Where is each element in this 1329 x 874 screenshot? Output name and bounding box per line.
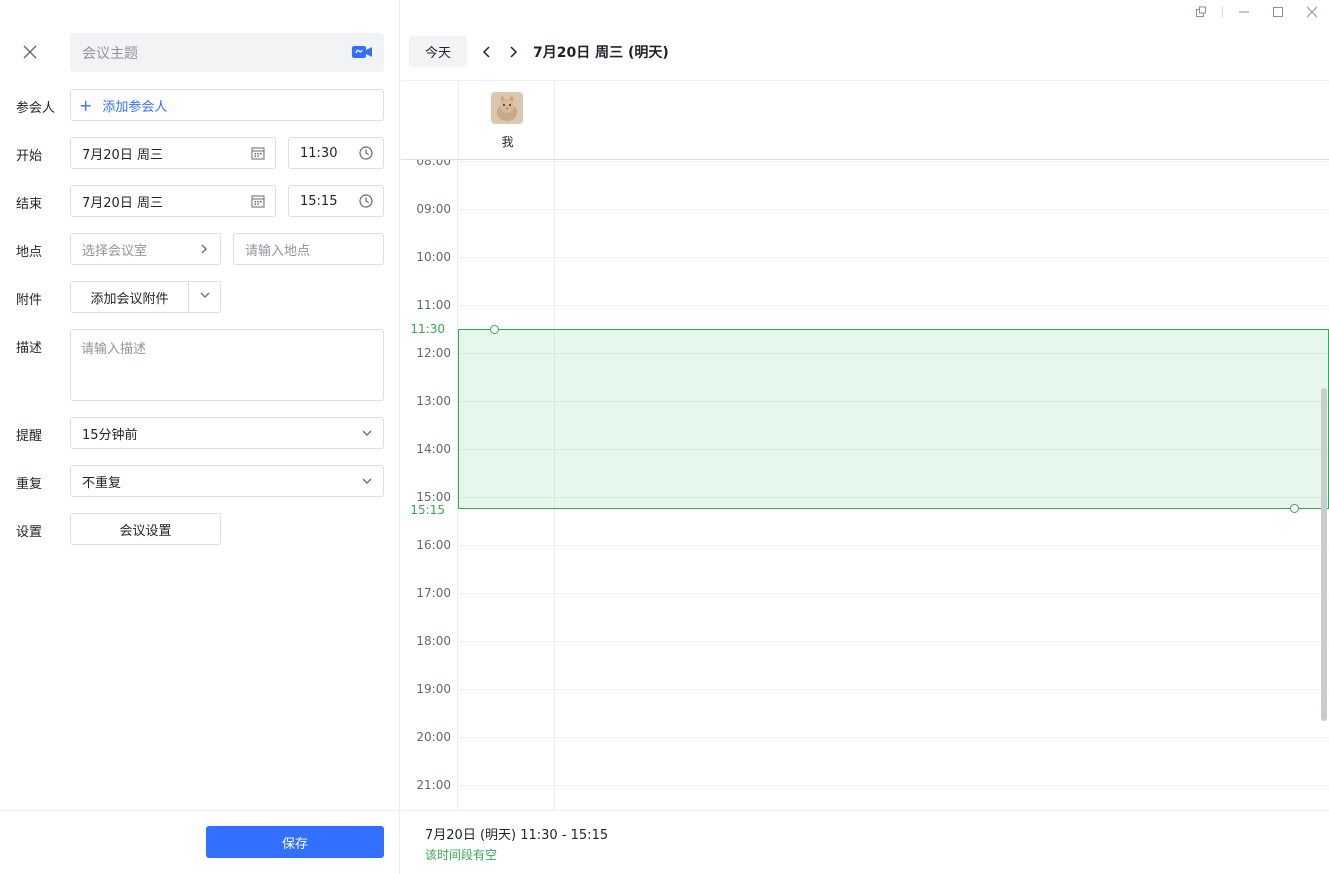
settings-label: 设置 xyxy=(16,525,43,540)
vertical-scrollbar[interactable] xyxy=(1321,388,1327,721)
video-camera-icon[interactable] xyxy=(352,44,372,64)
start-time-picker[interactable]: 11:30 xyxy=(288,137,384,169)
repeat-value: 不重复 xyxy=(82,475,122,491)
hour-label: 17:00 xyxy=(416,586,451,600)
subject-input[interactable]: 会议主题 xyxy=(70,33,384,72)
reminder-select[interactable]: 15分钟前 xyxy=(70,417,384,449)
time-grid[interactable]: 08:00 09:00 10:00 11:00 12:00 13:00 14:00 15:00… xyxy=(401,160,1329,810)
hour-label: 09:00 xyxy=(416,202,451,216)
start-time-value: 11:30 xyxy=(300,145,338,161)
reminder-value: 15分钟前 xyxy=(82,427,138,443)
end-date-value: 7月20日 周三 xyxy=(82,195,163,211)
location-placeholder: 请输入地点 xyxy=(245,243,311,259)
hour-gridline xyxy=(458,593,1329,594)
availability-status: 该时间段有空 xyxy=(425,848,498,862)
close-icon[interactable] xyxy=(18,40,42,64)
hour-label: 11:00 xyxy=(416,298,451,312)
meeting-settings-button[interactable]: 会议设置 xyxy=(70,513,221,545)
next-day-icon[interactable] xyxy=(505,42,521,62)
hour-label: 21:00 xyxy=(416,778,451,792)
calendar-icon xyxy=(251,194,265,212)
hour-label: 14:00 xyxy=(416,442,451,456)
calendar-panel: 今天 7月20日 周三 (明天) 我 08:00 09:00 10:00 11:00 1… xyxy=(401,0,1329,874)
hour-label: 13:00 xyxy=(416,394,451,408)
meeting-form-panel: 会议主题 参会人 + 添加参会人 开始 7月20日 周三 11:30 结束 7月… xyxy=(0,0,400,874)
end-date-picker[interactable]: 7月20日 周三 xyxy=(70,185,276,217)
location-label: 地点 xyxy=(16,245,43,260)
attachment-dropdown-button[interactable] xyxy=(188,281,221,313)
chevron-down-icon xyxy=(361,427,373,443)
range-end-time-label: 15:15 xyxy=(410,503,445,517)
start-date-picker[interactable]: 7月20日 周三 xyxy=(70,137,276,169)
add-attendee-button[interactable]: + 添加参会人 xyxy=(70,89,384,121)
hour-label: 19:00 xyxy=(416,682,451,696)
meeting-settings-label: 会议设置 xyxy=(119,523,172,539)
date-title: 7月20日 周三 (明天) xyxy=(533,45,669,61)
hour-label: 08:00 xyxy=(416,160,451,168)
start-label: 开始 xyxy=(16,149,43,164)
range-start-time-label: 11:30 xyxy=(410,322,445,336)
hour-gridline xyxy=(458,545,1329,546)
clock-icon xyxy=(359,194,373,212)
end-time-picker[interactable]: 15:15 xyxy=(288,185,384,217)
hour-gridline xyxy=(458,161,1329,162)
calendar-icon xyxy=(251,146,265,164)
today-button[interactable]: 今天 xyxy=(409,36,467,67)
chevron-down-icon xyxy=(199,289,211,305)
description-placeholder: 请输入描述 xyxy=(81,342,147,357)
add-attendee-label: 添加参会人 xyxy=(102,99,168,115)
hour-gridline xyxy=(458,209,1329,210)
repeat-label: 重复 xyxy=(16,477,43,492)
hour-gridline xyxy=(458,641,1329,642)
subject-placeholder: 会议主题 xyxy=(82,45,138,62)
attendee-name: 我 xyxy=(501,135,514,149)
add-attachment-button[interactable]: 添加会议附件 xyxy=(70,281,189,313)
hour-gridline xyxy=(458,257,1329,258)
location-input[interactable]: 请输入地点 xyxy=(233,233,384,265)
add-attachment-label: 添加会议附件 xyxy=(90,291,169,307)
hour-label: 15:00 xyxy=(416,490,451,504)
attendees-label: 参会人 xyxy=(16,101,56,116)
hour-gridline xyxy=(458,305,1329,306)
time-summary: 7月20日 (明天) 11:30 - 15:15 xyxy=(425,828,609,843)
hour-gridline xyxy=(458,785,1329,786)
selected-time-range[interactable] xyxy=(458,325,1329,513)
end-time-value: 15:15 xyxy=(300,193,338,209)
clock-icon xyxy=(359,146,373,164)
chevron-right-icon xyxy=(198,242,210,260)
range-start-handle[interactable] xyxy=(490,325,499,334)
hour-label: 12:00 xyxy=(416,346,451,360)
plus-icon: + xyxy=(79,95,93,115)
hour-label: 10:00 xyxy=(416,250,451,264)
hour-gridline xyxy=(458,737,1329,738)
start-date-value: 7月20日 周三 xyxy=(82,147,163,163)
range-end-handle[interactable] xyxy=(1290,504,1299,513)
hour-label: 16:00 xyxy=(416,538,451,552)
select-room-label: 选择会议室 xyxy=(82,243,148,259)
hour-label: 20:00 xyxy=(416,730,451,744)
attachment-label: 附件 xyxy=(16,293,43,308)
chevron-down-icon xyxy=(361,475,373,491)
attendee-column-header: 我 xyxy=(458,81,555,159)
description-textarea[interactable]: 请输入描述 xyxy=(70,329,384,401)
description-label: 描述 xyxy=(16,341,43,356)
reminder-label: 提醒 xyxy=(16,429,43,444)
hour-gridline xyxy=(458,689,1329,690)
repeat-select[interactable]: 不重复 xyxy=(70,465,384,497)
save-button[interactable]: 保存 xyxy=(206,826,384,858)
hour-label: 18:00 xyxy=(416,634,451,648)
select-room-button[interactable]: 选择会议室 xyxy=(70,233,221,265)
avatar[interactable] xyxy=(491,92,523,124)
end-label: 结束 xyxy=(16,197,43,212)
previous-day-icon[interactable] xyxy=(479,42,495,62)
